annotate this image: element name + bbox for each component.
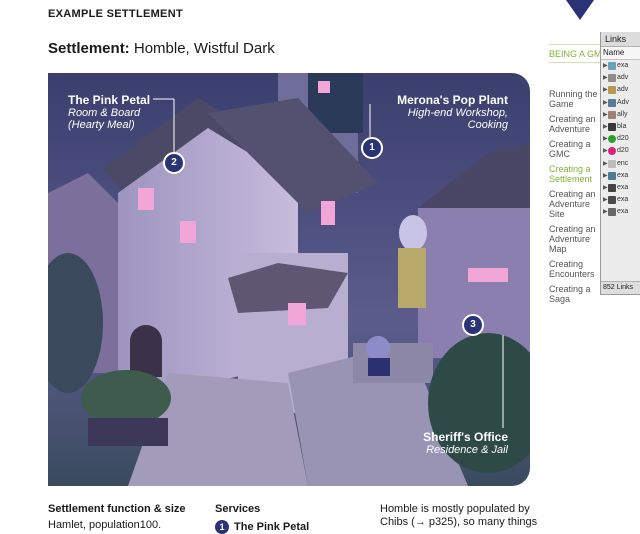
expand-arrow-icon[interactable]: ▶ xyxy=(603,145,608,157)
link-label: Adv xyxy=(617,98,630,106)
nav-item-creating-an-adventure[interactable]: Creating an Adventure xyxy=(549,114,603,134)
image-icon xyxy=(608,122,616,131)
callout-sheriffs-office: Sheriff's Office Residence & Jail xyxy=(423,430,508,456)
nav-divider xyxy=(549,62,603,63)
expand-arrow-icon[interactable]: ▶ xyxy=(603,60,608,72)
section-label: EXAMPLE SETTLEMENT xyxy=(48,8,183,20)
link-label: exa xyxy=(617,62,629,69)
nav-item-creating-an-adventure-site[interactable]: Creating an Adventure Site xyxy=(549,189,603,219)
callout-subtitle: Cooking xyxy=(467,119,508,131)
links-list: ▶ exa ▶ adv ▶ adv ▶ Adv ▶ ally ▶ bla ▶ d20 ▶ d20 ▶ enc ▶ ex… xyxy=(601,60,640,218)
links-count: 852 Links xyxy=(601,281,640,294)
link-label: enc xyxy=(617,159,629,167)
image-icon xyxy=(608,159,616,168)
link-row[interactable]: ▶ exa xyxy=(601,206,640,218)
dot-icon xyxy=(608,147,616,156)
image-icon xyxy=(608,98,616,107)
link-row[interactable]: ▶ d20 xyxy=(601,133,640,145)
link-row[interactable]: ▶ exa xyxy=(601,60,640,72)
intro-paragraph-line: Chibs (→ p325), so many things xyxy=(380,516,538,528)
link-label: exa xyxy=(617,171,629,179)
links-panel: Links Name ▶ exa ▶ adv ▶ adv ▶ Adv ▶ ally ▶ bla ▶ d20… xyxy=(600,32,640,295)
link-label: exa xyxy=(617,183,629,191)
link-label: d20 xyxy=(617,147,629,155)
expand-arrow-icon[interactable]: ▶ xyxy=(603,84,608,96)
service-1-name: The Pink Petal xyxy=(234,521,310,533)
image-icon xyxy=(608,74,616,83)
expand-arrow-icon[interactable]: ▶ xyxy=(603,121,608,133)
callout-subtitle: Room & Board xyxy=(68,107,141,119)
link-label: d20 xyxy=(617,135,629,143)
nav-divider xyxy=(549,44,603,45)
image-icon xyxy=(608,208,616,217)
image-icon xyxy=(608,110,616,119)
expand-arrow-icon[interactable]: ▶ xyxy=(603,72,608,84)
link-label: bla xyxy=(617,122,627,130)
callout-subtitle: (Hearty Meal) xyxy=(68,119,135,131)
expand-arrow-icon[interactable]: ▶ xyxy=(603,158,608,170)
expand-arrow-icon[interactable]: ▶ xyxy=(603,206,608,218)
nav-item-creating-a-saga[interactable]: Creating a Saga xyxy=(549,284,603,304)
function-heading: Settlement function & size xyxy=(48,503,186,515)
link-label: exa xyxy=(617,196,629,204)
nav-item-creating-encounters[interactable]: Creating Encounters xyxy=(549,259,603,279)
badge-3: 3 xyxy=(462,314,484,336)
callout-title: Sheriff's Office xyxy=(423,430,508,444)
callout-pink-petal: The Pink Petal Room & Board (Hearty Meal… xyxy=(68,93,150,131)
link-label: adv xyxy=(617,86,629,94)
services-heading: Services xyxy=(215,503,261,515)
intro-paragraph-line: Homble is mostly populated by xyxy=(380,503,530,515)
links-column-header[interactable]: Name xyxy=(601,47,640,60)
badge-2: 2 xyxy=(163,152,185,174)
link-row[interactable]: ▶ ally xyxy=(601,109,640,121)
settlement-art xyxy=(48,73,530,486)
expand-arrow-icon[interactable]: ▶ xyxy=(603,170,608,182)
link-label: ally xyxy=(617,110,628,118)
function-text: Hamlet, population100. xyxy=(48,519,162,531)
nav-item-creating-an-adventure-map[interactable]: Creating an Adventure Map xyxy=(549,224,603,254)
expand-arrow-icon[interactable]: ▶ xyxy=(603,97,608,109)
expand-arrow-icon[interactable]: ▶ xyxy=(603,194,608,206)
image-icon xyxy=(608,183,616,192)
badge-1: 1 xyxy=(361,137,383,159)
link-row[interactable]: ▶ d20 xyxy=(601,145,640,157)
image-icon xyxy=(608,196,616,205)
link-row[interactable]: ▶ Adv xyxy=(601,97,640,109)
link-row[interactable]: ▶ exa xyxy=(601,182,640,194)
image-icon xyxy=(608,171,616,180)
expand-arrow-icon[interactable]: ▶ xyxy=(603,133,608,145)
nav-item-creating-a-gmc[interactable]: Creating a GMC xyxy=(549,139,603,159)
image-icon xyxy=(608,62,616,70)
expand-arrow-icon[interactable]: ▶ xyxy=(603,109,608,121)
link-row[interactable]: ▶ adv xyxy=(601,72,640,84)
page-title-label: Settlement: xyxy=(48,40,130,57)
page-marker-icon xyxy=(566,0,594,20)
link-row[interactable]: ▶ bla xyxy=(601,121,640,133)
links-panel-title[interactable]: Links xyxy=(601,32,640,47)
dot-icon xyxy=(608,135,616,144)
link-row[interactable]: ▶ exa xyxy=(601,194,640,206)
callout-title: Merona's Pop Plant xyxy=(397,93,508,107)
callout-subtitle: Residence & Jail xyxy=(426,444,508,456)
settlement-illustration: The Pink Petal Room & Board (Hearty Meal… xyxy=(48,73,530,486)
page-title-value: Homble, Wistful Dark xyxy=(133,40,275,57)
link-row[interactable]: ▶ enc xyxy=(601,158,640,170)
callout-pop-plant: Merona's Pop Plant High-end Workshop, Co… xyxy=(397,93,508,131)
link-row[interactable]: ▶ exa xyxy=(601,170,640,182)
service-badge-1: 1 xyxy=(215,520,229,534)
page-title: Settlement: Homble, Wistful Dark xyxy=(48,40,275,57)
nav-item-running-the-game[interactable]: Running the Game xyxy=(549,89,603,109)
callout-title: The Pink Petal xyxy=(68,93,151,107)
expand-arrow-icon[interactable]: ▶ xyxy=(603,182,608,194)
nav-section-heading[interactable]: BEING A GM xyxy=(549,49,602,59)
nav-item-creating-a-settlement[interactable]: Creating a Settlement xyxy=(549,164,603,184)
image-icon xyxy=(608,86,616,95)
callout-subtitle: High-end Workshop, xyxy=(407,107,508,119)
link-label: adv xyxy=(617,74,629,82)
link-row[interactable]: ▶ adv xyxy=(601,84,640,96)
link-label: exa xyxy=(617,208,629,216)
